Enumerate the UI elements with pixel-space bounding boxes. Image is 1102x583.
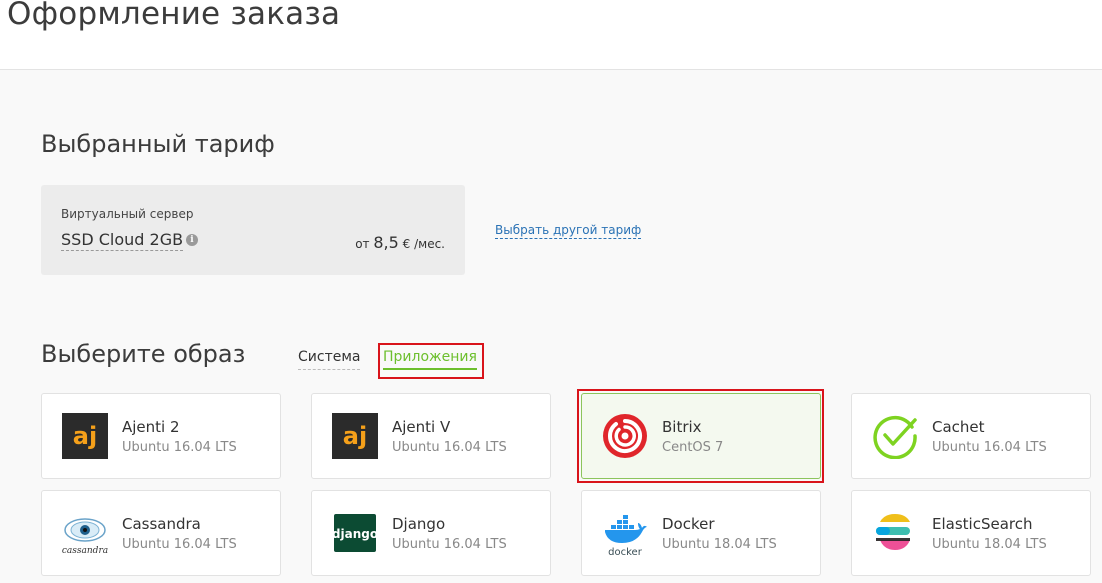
card-os: Ubuntu 18.04 LTS [932,537,1047,552]
cachet-icon [873,415,917,459]
card-os: Ubuntu 16.04 LTS [932,440,1047,455]
card-os: Ubuntu 16.04 LTS [392,537,507,552]
image-card-ajenti-2[interactable]: aj Ajenti 2 Ubuntu 16.04 LTS [41,393,281,479]
tariff-price: от 8,5 € /мес. [355,233,445,252]
image-card-docker[interactable]: docker Docker Ubuntu 18.04 LTS [581,490,821,576]
tab-system[interactable]: Система [298,348,361,370]
card-os: Ubuntu 18.04 LTS [662,537,777,552]
price-amount: 8,5 [373,233,399,252]
card-name: Cassandra [122,515,201,533]
page-title: Оформление заказа [7,0,341,32]
image-card-cachet[interactable]: Cachet Ubuntu 16.04 LTS [851,393,1091,479]
price-prefix: от [355,237,370,251]
card-os: CentOS 7 [662,440,724,455]
card-name: Docker [662,515,715,533]
ajenti-logo-text: aj [73,422,97,450]
card-os: Ubuntu 16.04 LTS [122,537,237,552]
cassandra-icon: cassandra [62,518,108,556]
image-card-bitrix[interactable]: Bitrix CentOS 7 [581,393,821,479]
card-name: Ajenti V [392,418,451,436]
info-icon[interactable]: i [186,234,198,246]
card-name: Bitrix [662,418,702,436]
docker-icon: docker [605,515,647,556]
image-card-elasticsearch[interactable]: ElasticSearch Ubuntu 18.04 LTS [851,490,1091,576]
card-name: ElasticSearch [932,515,1033,533]
tariff-kind: Виртуальный сервер [61,207,194,221]
card-os: Ubuntu 16.04 LTS [122,440,237,455]
tab-apps[interactable]: Приложения [383,348,477,370]
header-bar: Оформление заказа [0,0,1102,70]
image-card-django[interactable]: django Django Ubuntu 16.04 LTS [311,490,551,576]
image-card-ajenti-v[interactable]: aj Ajenti V Ubuntu 16.04 LTS [311,393,551,479]
price-unit: € /мес. [402,237,445,251]
ajenti-logo-text: aj [343,422,367,450]
cassandra-logo-text: cassandra [62,546,108,556]
tariff-name[interactable]: SSD Cloud 2GB [61,230,184,251]
change-tariff-link[interactable]: Выбрать другой тариф [495,223,642,239]
django-logo-text: django [332,527,378,541]
image-section-title: Выберите образ [41,340,246,368]
elasticsearch-icon [876,514,910,550]
bitrix-icon [603,414,647,458]
card-name: Ajenti 2 [122,418,180,436]
card-name: Django [392,515,446,533]
card-os: Ubuntu 16.04 LTS [392,440,507,455]
ajenti-icon: aj [332,413,378,459]
tariff-section-title: Выбранный тариф [41,130,275,158]
django-icon: django [332,514,378,552]
card-name: Cachet [932,418,985,436]
image-card-cassandra[interactable]: cassandra Cassandra Ubuntu 16.04 LTS [41,490,281,576]
docker-logo-text: docker [608,547,643,556]
ajenti-icon: aj [62,413,108,459]
tariff-card: Виртуальный сервер SSD Cloud 2GB i от 8,… [41,185,465,275]
